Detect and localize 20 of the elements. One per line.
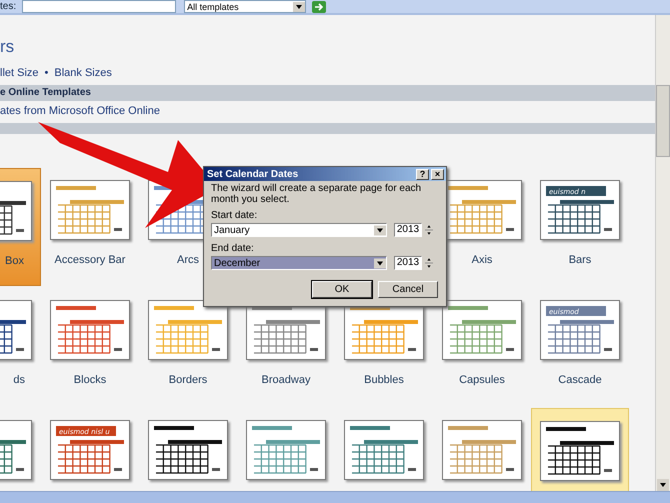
template-name: Bubbles (364, 374, 404, 386)
template-name: ds (13, 374, 25, 386)
template-name: Box (5, 255, 24, 267)
template-name: Axis (472, 254, 492, 266)
template-name: Accessory Bar (54, 254, 126, 266)
template-name: Arcs (177, 254, 199, 266)
template-name: Capsules (459, 374, 505, 386)
category-heading: rs (0, 36, 16, 58)
template-name: Cascade (558, 374, 602, 386)
link-separator: • (44, 67, 48, 81)
date-label: End date: (211, 243, 255, 254)
date-label: Start date: (211, 210, 258, 221)
template-name: Borders (168, 374, 208, 386)
dialog-message: The wizard will create a separate page for each month you select. (211, 183, 422, 205)
search-label: tes: (0, 1, 16, 12)
template-name: Blocks (74, 374, 106, 386)
template-name: Broadway (262, 374, 310, 386)
template-name: Bars (568, 254, 592, 266)
dialog-title: Set Calendar Dates (207, 168, 300, 180)
section-header: e Online Templates (0, 85, 655, 101)
